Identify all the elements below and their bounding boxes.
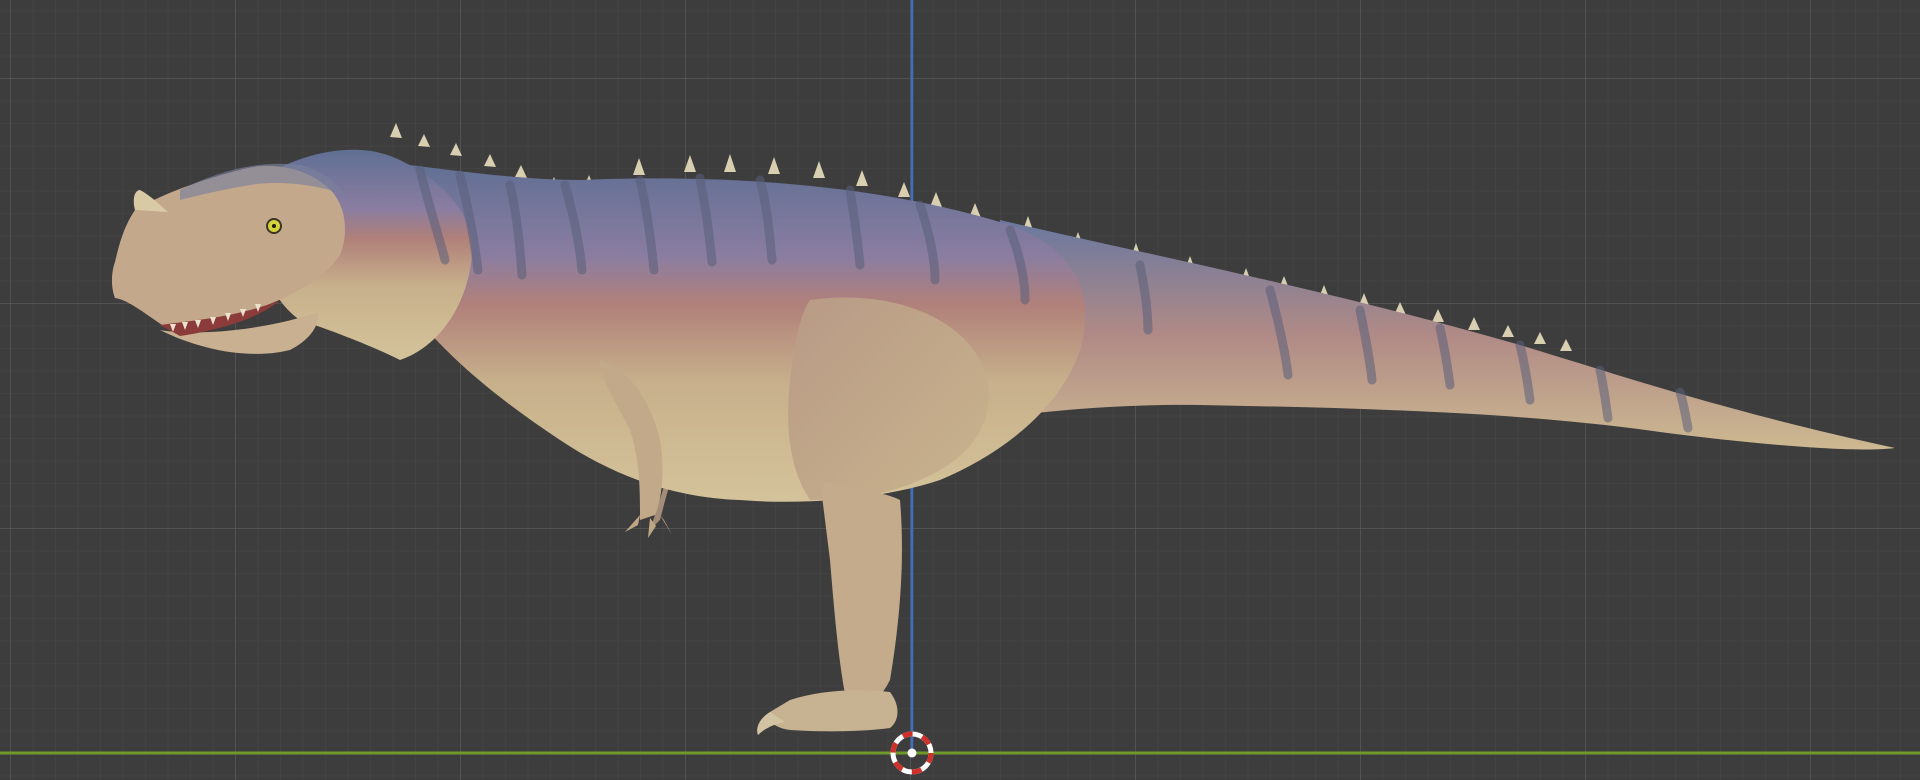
- hind-foot: [768, 690, 898, 732]
- shin: [820, 480, 902, 715]
- object-origin-dot: [907, 748, 917, 758]
- dinosaur-model[interactable]: [111, 123, 1895, 735]
- pupil: [272, 224, 276, 228]
- 3d-viewport[interactable]: [0, 0, 1920, 780]
- hand-claws: [625, 515, 672, 538]
- viewport-scene: [0, 0, 1920, 775]
